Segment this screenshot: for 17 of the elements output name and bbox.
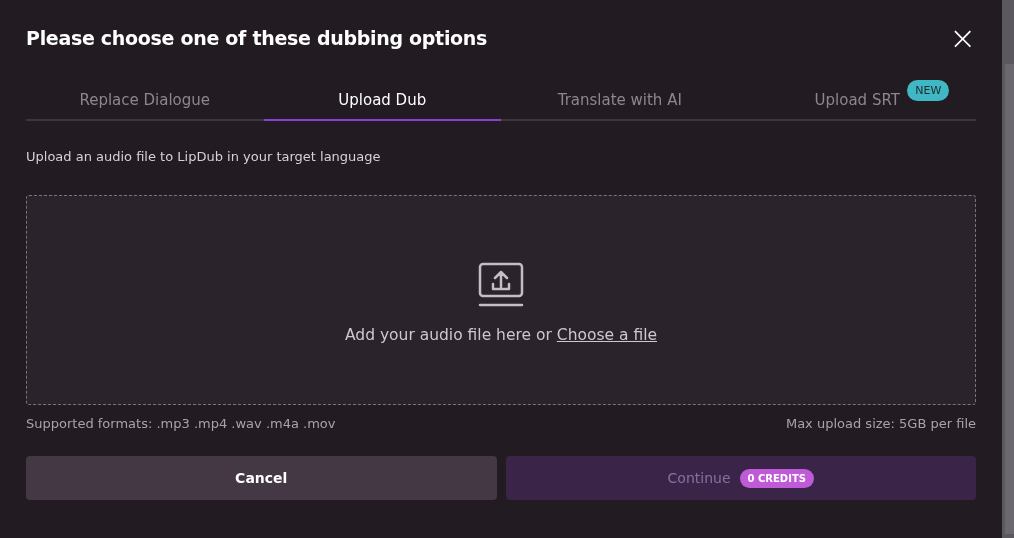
supported-formats-text: Supported formats: .mp3 .mp4 .wav .m4a .mov <box>26 416 336 431</box>
close-button[interactable]: × <box>947 24 978 52</box>
tab[interactable]: Replace Dialogue <box>26 80 264 121</box>
tab[interactable]: Upload SRT NEW <box>738 80 976 121</box>
tab[interactable]: Upload Dub <box>263 80 501 121</box>
max-size-text: Max upload size: 5GB per file <box>785 416 976 431</box>
cancel-button[interactable]: Cancel <box>26 456 497 500</box>
dialog-title: Please choose one of these dubbing options <box>26 27 488 49</box>
credits-badge: 0 CREDITS <box>739 468 814 488</box>
upload-dropzone[interactable]: Add your audio file here or Choose a file <box>26 195 976 405</box>
description-text: Upload an audio file to LipDub in your target language <box>26 149 382 164</box>
new-badge: NEW <box>907 80 950 101</box>
choose-file-link[interactable]: Choose a file <box>556 326 657 344</box>
upload-icon <box>477 262 525 308</box>
dropzone-prompt: Add your audio file here or <box>345 326 552 344</box>
scrollbar[interactable] <box>1002 0 1014 538</box>
tab[interactable]: Translate with AI <box>501 80 739 121</box>
